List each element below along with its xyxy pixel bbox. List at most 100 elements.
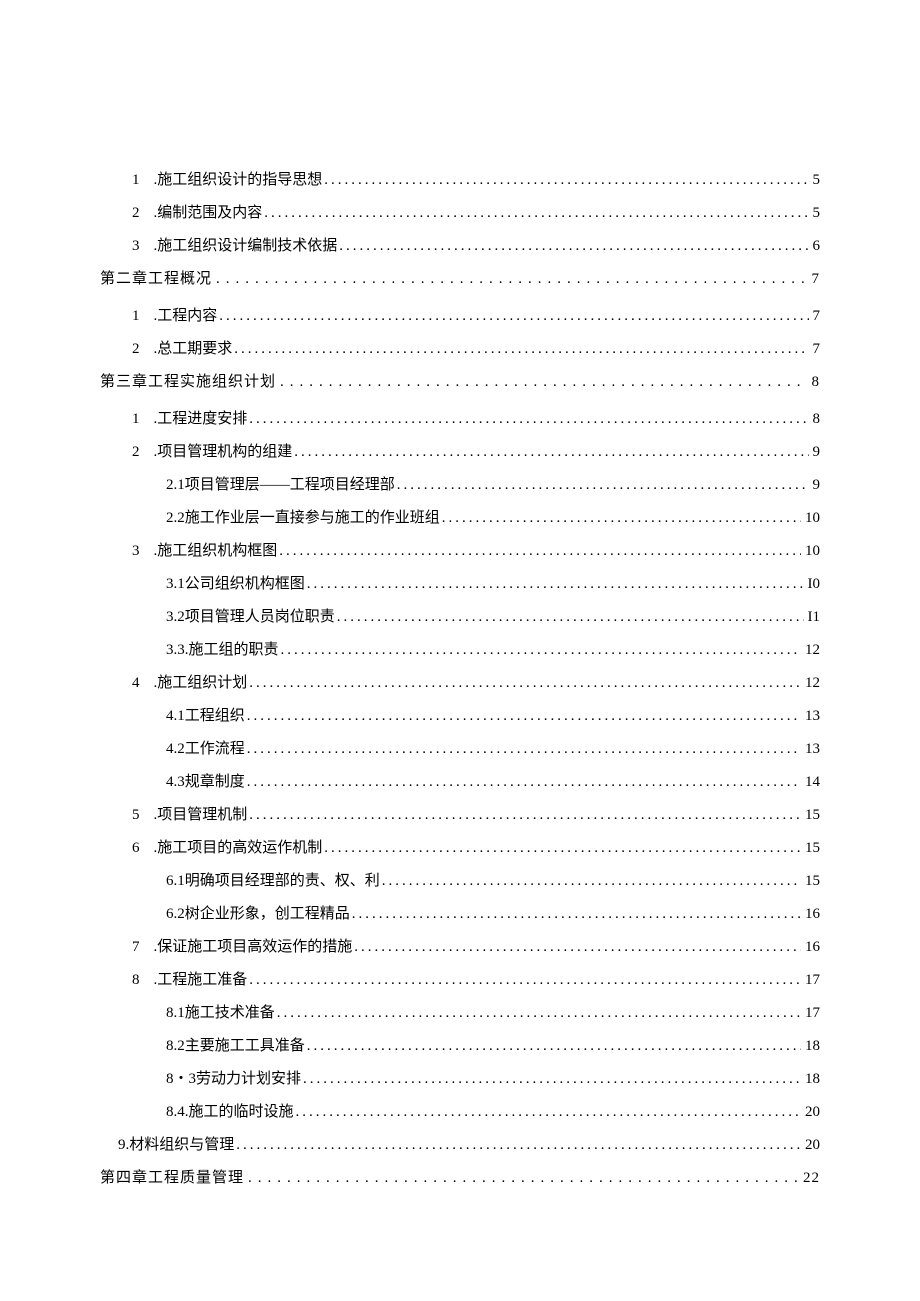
toc-entry-number: 6.2 [166, 906, 185, 923]
toc-entry-title: .施工组织设计编制技术依据 [154, 234, 338, 255]
toc-entry-page: 10 [805, 543, 820, 560]
toc-entry-title: .项目管理机制 [154, 803, 248, 824]
toc-leader-dots [277, 1005, 801, 1022]
toc-entry-page: 20 [805, 1137, 820, 1154]
toc-entry-page: 9 [813, 477, 821, 494]
toc-entry-title: 项目管理人员岗位职责 [185, 605, 335, 626]
toc-entry-page: 13 [805, 708, 820, 725]
toc-entry: 5.项目管理机制15 [132, 803, 820, 824]
toc-entry: 6.施工项目的高效运作机制15 [132, 836, 820, 857]
toc-entry: 3.施工组织设计编制技术依据6 [132, 234, 820, 255]
toc-entry-number: 4.1 [166, 708, 185, 725]
toc-leader-dots [249, 972, 801, 989]
toc-entry: 8 .工程施工准备 17 [132, 968, 820, 989]
toc-entry-page: 17 [805, 1005, 820, 1022]
toc-entry: 8.4.施工的临时设施20 [166, 1100, 820, 1121]
toc-entry: 1.工程内容7 [132, 304, 820, 325]
toc-entry-number: 2.1 [166, 477, 185, 494]
toc-entry: 3.3 .施工组的职责12 [166, 638, 820, 659]
toc-entry: 9.材料组织与管理20 [118, 1133, 820, 1154]
toc-leader-dots [247, 741, 801, 758]
toc-entry-number: 3.3 [166, 642, 185, 659]
toc-entry-title: 施工的临时设施 [189, 1100, 294, 1121]
toc-entry-page: 14 [805, 774, 820, 791]
toc-entry: 2.编制范围及内容5 [132, 201, 820, 222]
toc-entry-number: 4 [132, 675, 140, 692]
toc-leader-dots [354, 939, 801, 956]
toc-entry-page: 5 [813, 205, 821, 222]
toc-entry-title: .施工组织机构框图 [154, 539, 278, 560]
toc-entry-page: 18 [805, 1071, 820, 1088]
toc-entry-page: 7 [812, 271, 821, 288]
toc-entry-page: 17 [805, 972, 820, 989]
toc-entry-title: 工作流程 [185, 737, 245, 758]
toc-entry: 3 .施工组织机构框图 10 [132, 539, 820, 560]
toc-entry: 2.1 项目管理层——工程项目经理部 9 [166, 473, 820, 494]
toc-leader-dots [337, 609, 804, 626]
toc-entry-title: .编制范围及内容 [154, 201, 263, 222]
toc-entry-title: 第三章工程实施组织计划 [100, 370, 276, 391]
toc-entry-title: .项目管理机构的组建 [154, 440, 293, 461]
toc-entry-title: 规章制度 [185, 770, 245, 791]
toc-entry: 8.2 主要施工工具准备18 [166, 1034, 820, 1055]
toc-leader-dots [249, 675, 801, 692]
toc-entry: 6.2 树企业形象，创工程精品16 [166, 902, 820, 923]
toc-entry-title: 材料组织与管理 [129, 1133, 234, 1154]
toc-entry-title: 第四章工程质量管理 [100, 1166, 244, 1187]
toc-entry-number: 1 [132, 172, 140, 189]
toc-entry-page: 22 [803, 1170, 820, 1187]
toc-entry: 4.1 工程组织 13 [166, 704, 820, 725]
toc-entry: 3.2 项目管理人员岗位职责I1 [166, 605, 820, 626]
toc-entry-number: 5 [132, 807, 140, 824]
toc-entry-title: 主要施工工具准备 [185, 1034, 305, 1055]
toc-entry: 4.施工组织计划12 [132, 671, 820, 692]
toc-entry-title: .工程内容 [154, 304, 218, 325]
table-of-contents: 1.施工组织设计的指导思想52.编制范围及内容53.施工组织设计编制技术依据6第… [100, 168, 820, 1187]
toc-entry: 4.2 工作流程13 [166, 737, 820, 758]
toc-entry-number: 3 [132, 543, 140, 560]
toc-leader-dots [216, 271, 805, 288]
toc-leader-dots [296, 1104, 801, 1121]
toc-leader-dots [397, 477, 809, 494]
toc-leader-dots [280, 374, 805, 391]
toc-entry-title: .总工期要求 [154, 337, 233, 358]
toc-entry-page: 20 [805, 1104, 820, 1121]
toc-entry-title: 项目管理层——工程项目经理部 [185, 473, 395, 494]
toc-entry: 7.保证施工项目高效运作的措施16 [132, 935, 820, 956]
toc-entry-number: 1 [132, 411, 140, 428]
toc-entry-title: 工程组织 [185, 704, 245, 725]
toc-leader-dots [352, 906, 801, 923]
toc-entry-page: 9 [813, 444, 821, 461]
toc-entry-title: .工程施工准备 [154, 968, 248, 989]
toc-leader-dots [248, 1170, 797, 1187]
toc-entry: 第三章工程实施组织计划 8 [100, 370, 820, 391]
toc-entry-page: I0 [808, 576, 821, 593]
toc-leader-dots [339, 238, 808, 255]
toc-entry: 1.工程进度安排8 [132, 407, 820, 428]
toc-entry-title: .施工项目的高效运作机制 [154, 836, 323, 857]
toc-entry-title: 明确项目经理部的责、权、利 [185, 869, 380, 890]
toc-entry-title: 第二章工程概况 [100, 267, 212, 288]
toc-entry: 第二章工程概况 7 [100, 267, 820, 288]
toc-entry-title: .施工组织计划 [154, 671, 248, 692]
toc-entry-page: 16 [805, 939, 820, 956]
toc-entry-title: .施工组织设计的指导思想 [154, 168, 323, 189]
toc-leader-dots [281, 642, 801, 659]
toc-entry-title: .保证施工项目高效运作的措施 [154, 935, 353, 956]
toc-entry: 6.1 明确项目经理部的责、权、利15 [166, 869, 820, 890]
toc-entry-number: 3 [132, 238, 140, 255]
toc-leader-dots [247, 774, 801, 791]
toc-entry-title: 公司组织机构框图 [185, 572, 305, 593]
toc-leader-dots [247, 708, 801, 725]
toc-leader-dots [442, 510, 801, 527]
toc-entry-number: 8 [132, 972, 140, 989]
toc-leader-dots [294, 444, 808, 461]
toc-entry-page: 8 [812, 374, 821, 391]
toc-entry-number: 1 [132, 308, 140, 325]
toc-entry-number: 4.2 [166, 741, 185, 758]
toc-entry-number: 8.2 [166, 1038, 185, 1055]
toc-leader-dots [303, 1071, 801, 1088]
toc-leader-dots [324, 172, 808, 189]
toc-entry-page: 5 [813, 172, 821, 189]
toc-entry: 2.总工期要求7 [132, 337, 820, 358]
